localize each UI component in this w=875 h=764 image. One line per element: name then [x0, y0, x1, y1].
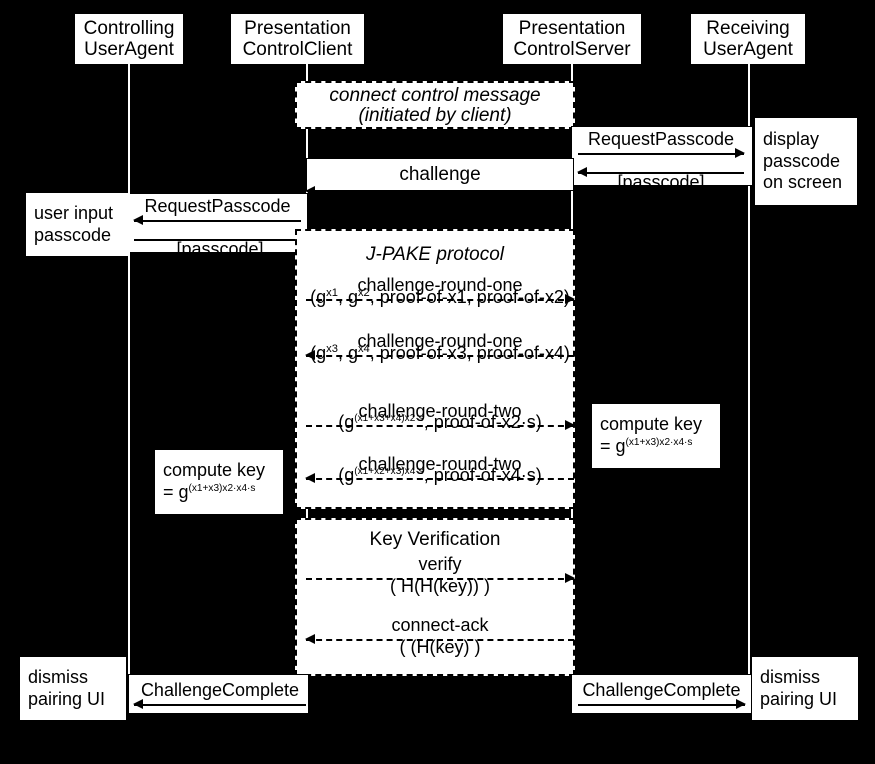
frame-connect-control-message: connect control message (initiated by cl… — [295, 81, 575, 129]
frame-connect-title-line1: connect control message — [329, 85, 541, 106]
payload-pre: (g — [310, 287, 327, 307]
note-line1: dismiss — [28, 666, 89, 687]
message-label: [passcode] — [176, 239, 264, 259]
note-line2: pairing UI — [760, 688, 838, 709]
note-line1: dismiss — [760, 666, 821, 687]
note-display-passcode-on-screen: display passcode on screen — [755, 118, 857, 205]
frame-jpake-title: J-PAKE protocol — [366, 244, 504, 265]
message-label: ChallengeComplete — [140, 680, 300, 701]
compute-key-prefix: = g — [600, 436, 626, 456]
payload-mid: , g — [337, 287, 358, 307]
note-line1: compute key — [163, 460, 266, 481]
note-compute-key-server: compute key = g(x1+x3)x2·x4·s — [592, 404, 720, 468]
message-label: RequestPasscode — [587, 129, 735, 150]
note-line2: passcode — [763, 150, 841, 171]
actor-label-line1: Presentation — [518, 17, 626, 39]
message-label: [passcode] — [617, 172, 705, 192]
payload-post: , proof-of-x4·s) — [423, 465, 542, 485]
note-line3: on screen — [763, 172, 843, 193]
arrow-right-icon — [735, 148, 745, 158]
actor-label-line2: ControlServer — [513, 39, 631, 60]
frame-challenge: challenge — [306, 158, 574, 191]
message-payload: (gx3, gx4, proof-of-x3, proof-of-x4) — [306, 343, 574, 364]
message-label: RequestPasscode — [144, 196, 291, 217]
message-label: ChallengeComplete — [582, 680, 741, 701]
note-user-input-passcode: user input passcode — [26, 193, 130, 256]
actor-label-line1: Presentation — [244, 17, 351, 39]
arrow-left-icon — [133, 215, 143, 225]
actor-presentation-control-server: Presentation ControlServer — [503, 14, 641, 64]
message-line — [134, 220, 301, 222]
note-line1: user input — [34, 202, 114, 223]
message-payload: (gx1, gx2, proof-of-x1, proof-of-x2) — [306, 287, 574, 308]
actor-controlling-user-agent: Controlling UserAgent — [75, 14, 183, 64]
payload-post: , proof-of-x1, proof-of-x2) — [369, 287, 570, 307]
note-line2: = g(x1+x3)x2·x4·s — [163, 482, 255, 504]
arrow-left-icon — [133, 699, 143, 709]
message-line — [578, 153, 744, 155]
note-line2: = g(x1+x3)x2·x4·s — [600, 436, 692, 458]
message-payload: (g(x1+x2+x3)x4·s, proof-of-x4·s) — [306, 465, 574, 486]
compute-key-prefix: = g — [163, 482, 189, 502]
payload-mid: , g — [337, 343, 358, 363]
compute-key-exponent: (x1+x3)x2·x4·s — [625, 437, 693, 448]
frame-key-verification-title: Key Verification — [369, 529, 501, 550]
payload-exponent: (x1+x3+x4)x2·s — [354, 413, 424, 424]
note-dismiss-pairing-ui-server: dismiss pairing UI — [752, 657, 858, 720]
message-line — [134, 704, 306, 706]
note-line1: display — [763, 128, 820, 149]
actor-label-line1: Controlling — [83, 17, 175, 39]
payload-exponent-1: x1 — [326, 287, 338, 299]
note-compute-key-client: compute key = g(x1+x3)x2·x4·s — [155, 450, 283, 514]
actor-label-line1: Receiving — [706, 17, 790, 39]
message-line — [578, 704, 745, 706]
message-label: connect-ack — [391, 615, 489, 636]
message-payload: (g(x1+x3+x4)x2·s, proof-of-x2·s) — [306, 412, 574, 433]
payload-pre: (g — [310, 343, 327, 363]
payload-pre: (g — [338, 465, 355, 485]
payload-exponent-2: x2 — [357, 287, 370, 299]
actor-label-line2: ControlClient — [242, 39, 353, 60]
actor-presentation-control-client: Presentation ControlClient — [231, 14, 364, 64]
message-payload: ( (H(key) ) — [399, 637, 481, 657]
payload-post: , proof-of-x2·s) — [423, 412, 542, 432]
compute-key-exponent: (x1+x3)x2·x4·s — [188, 483, 256, 494]
actor-label-line2: UserAgent — [703, 39, 793, 60]
lifeline-controlling-user-agent — [128, 64, 130, 714]
payload-exponent-1: x3 — [326, 343, 338, 355]
note-line2: pairing UI — [28, 688, 106, 709]
payload-post: , proof-of-x3, proof-of-x4) — [369, 343, 570, 363]
payload-exponent-2: x4 — [357, 343, 370, 355]
note-line2: passcode — [34, 224, 112, 245]
message-payload: ( H(H(key)) ) — [390, 576, 490, 596]
payload-exponent: (x1+x2+x3)x4·s — [354, 466, 424, 477]
message-label: verify — [418, 554, 462, 575]
frame-challenge-title: challenge — [399, 164, 481, 185]
note-dismiss-pairing-ui-client: dismiss pairing UI — [20, 657, 126, 720]
frame-connect-title-line2: (initiated by client) — [358, 105, 512, 126]
sequence-diagram: Controlling UserAgent Presentation Contr… — [0, 0, 875, 764]
arrow-right-icon — [736, 699, 746, 709]
payload-pre: (g — [338, 412, 355, 432]
note-line1: compute key — [600, 414, 703, 435]
actor-receiving-user-agent: Receiving UserAgent — [691, 14, 805, 64]
actor-label-line2: UserAgent — [84, 39, 174, 60]
